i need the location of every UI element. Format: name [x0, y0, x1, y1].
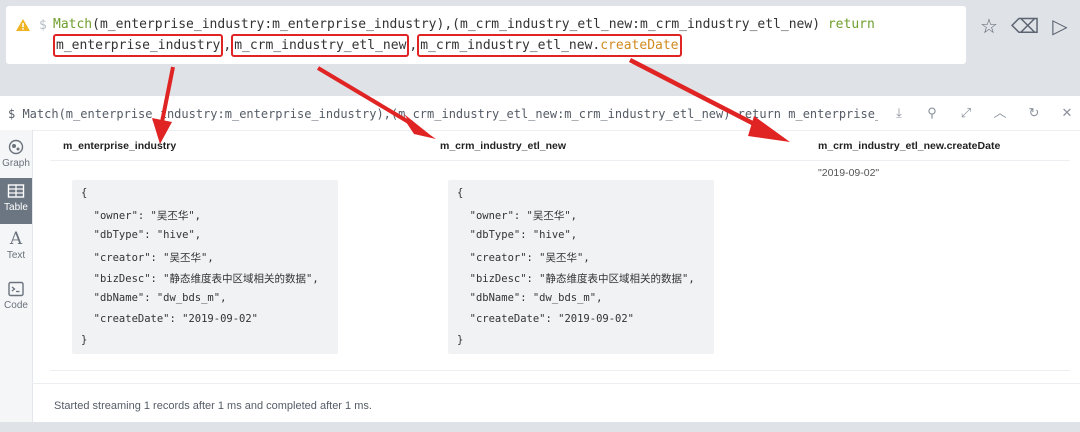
text-icon: A: [9, 229, 23, 249]
match-pattern: (m_enterprise_industry:m_enterprise_indu…: [92, 17, 828, 32]
match-keyword: Match: [53, 17, 93, 32]
row-divider: [50, 370, 1070, 371]
query-editor[interactable]: $ Match(m_enterprise_industry:m_enterpri…: [6, 6, 966, 64]
rerun-icon[interactable]: ↻: [1022, 102, 1046, 124]
expand-icon[interactable]: ⤢: [954, 102, 978, 124]
frame-query-text[interactable]: $ Match(m_enterprise_industry:m_enterpri…: [8, 107, 878, 121]
prompt-symbol: $: [39, 18, 47, 33]
json-line: "owner": "吴丕华",: [457, 210, 578, 222]
json-line: }: [457, 334, 464, 346]
result-frame: $ Match(m_enterprise_industry:m_enterpri…: [0, 96, 1080, 422]
header-divider: [50, 160, 1070, 161]
code-icon: [7, 280, 25, 298]
json-line: "dbName": "dw_bds_m",: [457, 292, 603, 304]
sidebar-item-table[interactable]: Table: [0, 178, 32, 224]
footer-divider: [32, 383, 1080, 384]
json-line: "dbType": "hive",: [81, 229, 202, 241]
json-line: "creator": "吴丕华",: [457, 252, 590, 264]
frame-header: $ Match(m_enterprise_industry:m_enterpri…: [0, 96, 1080, 131]
sidebar-item-label: Graph: [2, 158, 30, 169]
highlight-return-item-2: m_crm_industry_etl_new: [231, 34, 410, 57]
json-line: "owner": "吴丕华",: [81, 210, 202, 222]
json-cell-crm: { "owner": "吴丕华", "dbType": "hive", "cre…: [448, 180, 714, 354]
sidebar-item-label: Code: [4, 300, 28, 311]
json-line: "bizDesc": "静态维度表中区域相关的数据",: [81, 273, 319, 285]
favorite-star-icon[interactable]: ☆: [976, 14, 1002, 40]
json-line: "dbType": "hive",: [457, 229, 578, 241]
query-line-1[interactable]: Match(m_enterprise_industry:m_enterprise…: [53, 17, 875, 32]
collapse-icon[interactable]: ︿: [988, 102, 1012, 124]
json-line: {: [81, 187, 88, 199]
sidebar-item-code[interactable]: Code: [0, 276, 32, 322]
status-message: Started streaming 1 records after 1 ms a…: [54, 400, 372, 412]
clear-eraser-icon[interactable]: ⌫: [1011, 14, 1039, 40]
sidebar-item-text[interactable]: A Text: [0, 226, 32, 272]
json-line: "dbName": "dw_bds_m",: [81, 292, 227, 304]
graph-icon: [7, 138, 25, 156]
json-line: "createDate": "2019-09-02": [81, 313, 259, 325]
return-keyword: return: [827, 17, 875, 32]
create-date-cell: "2019-09-02": [818, 167, 880, 179]
json-line: "creator": "吴丕华",: [81, 252, 214, 264]
column-header-1: m_enterprise_industry: [63, 140, 177, 152]
return-item-3-prefix: m_crm_industry_etl_new.: [420, 38, 601, 53]
view-sidebar: Graph Table A Text Code: [0, 130, 33, 422]
download-icon[interactable]: ⤓: [887, 102, 911, 124]
sidebar-item-graph[interactable]: Graph: [0, 134, 32, 180]
column-header-2: m_crm_industry_etl_new: [440, 140, 567, 152]
highlight-return-item-1: m_enterprise_industry: [53, 34, 224, 57]
pin-icon[interactable]: ⚲: [920, 102, 944, 124]
json-cell-enterprise: { "owner": "吴丕华", "dbType": "hive", "cre…: [72, 180, 338, 354]
sidebar-item-label: Text: [6, 250, 26, 261]
json-line: "createDate": "2019-09-02": [457, 313, 635, 325]
close-icon[interactable]: ✕: [1055, 102, 1079, 124]
highlight-return-item-3: m_crm_industry_etl_new.createDate: [417, 34, 682, 57]
query-line-2[interactable]: m_enterprise_industry, m_crm_industry_etl…: [53, 34, 682, 57]
json-line: }: [81, 334, 88, 346]
json-line: "bizDesc": "静态维度表中区域相关的数据",: [457, 273, 695, 285]
run-play-icon[interactable]: ▷: [1047, 14, 1073, 40]
table-icon: [7, 182, 25, 200]
json-line: {: [457, 187, 464, 199]
bottom-strip: [0, 422, 1080, 432]
column-header-3: m_crm_industry_etl_new.createDate: [818, 140, 1001, 152]
return-item-3-property: createDate: [600, 38, 679, 53]
sidebar-item-label: Table: [4, 202, 28, 213]
warning-icon: [16, 19, 30, 31]
